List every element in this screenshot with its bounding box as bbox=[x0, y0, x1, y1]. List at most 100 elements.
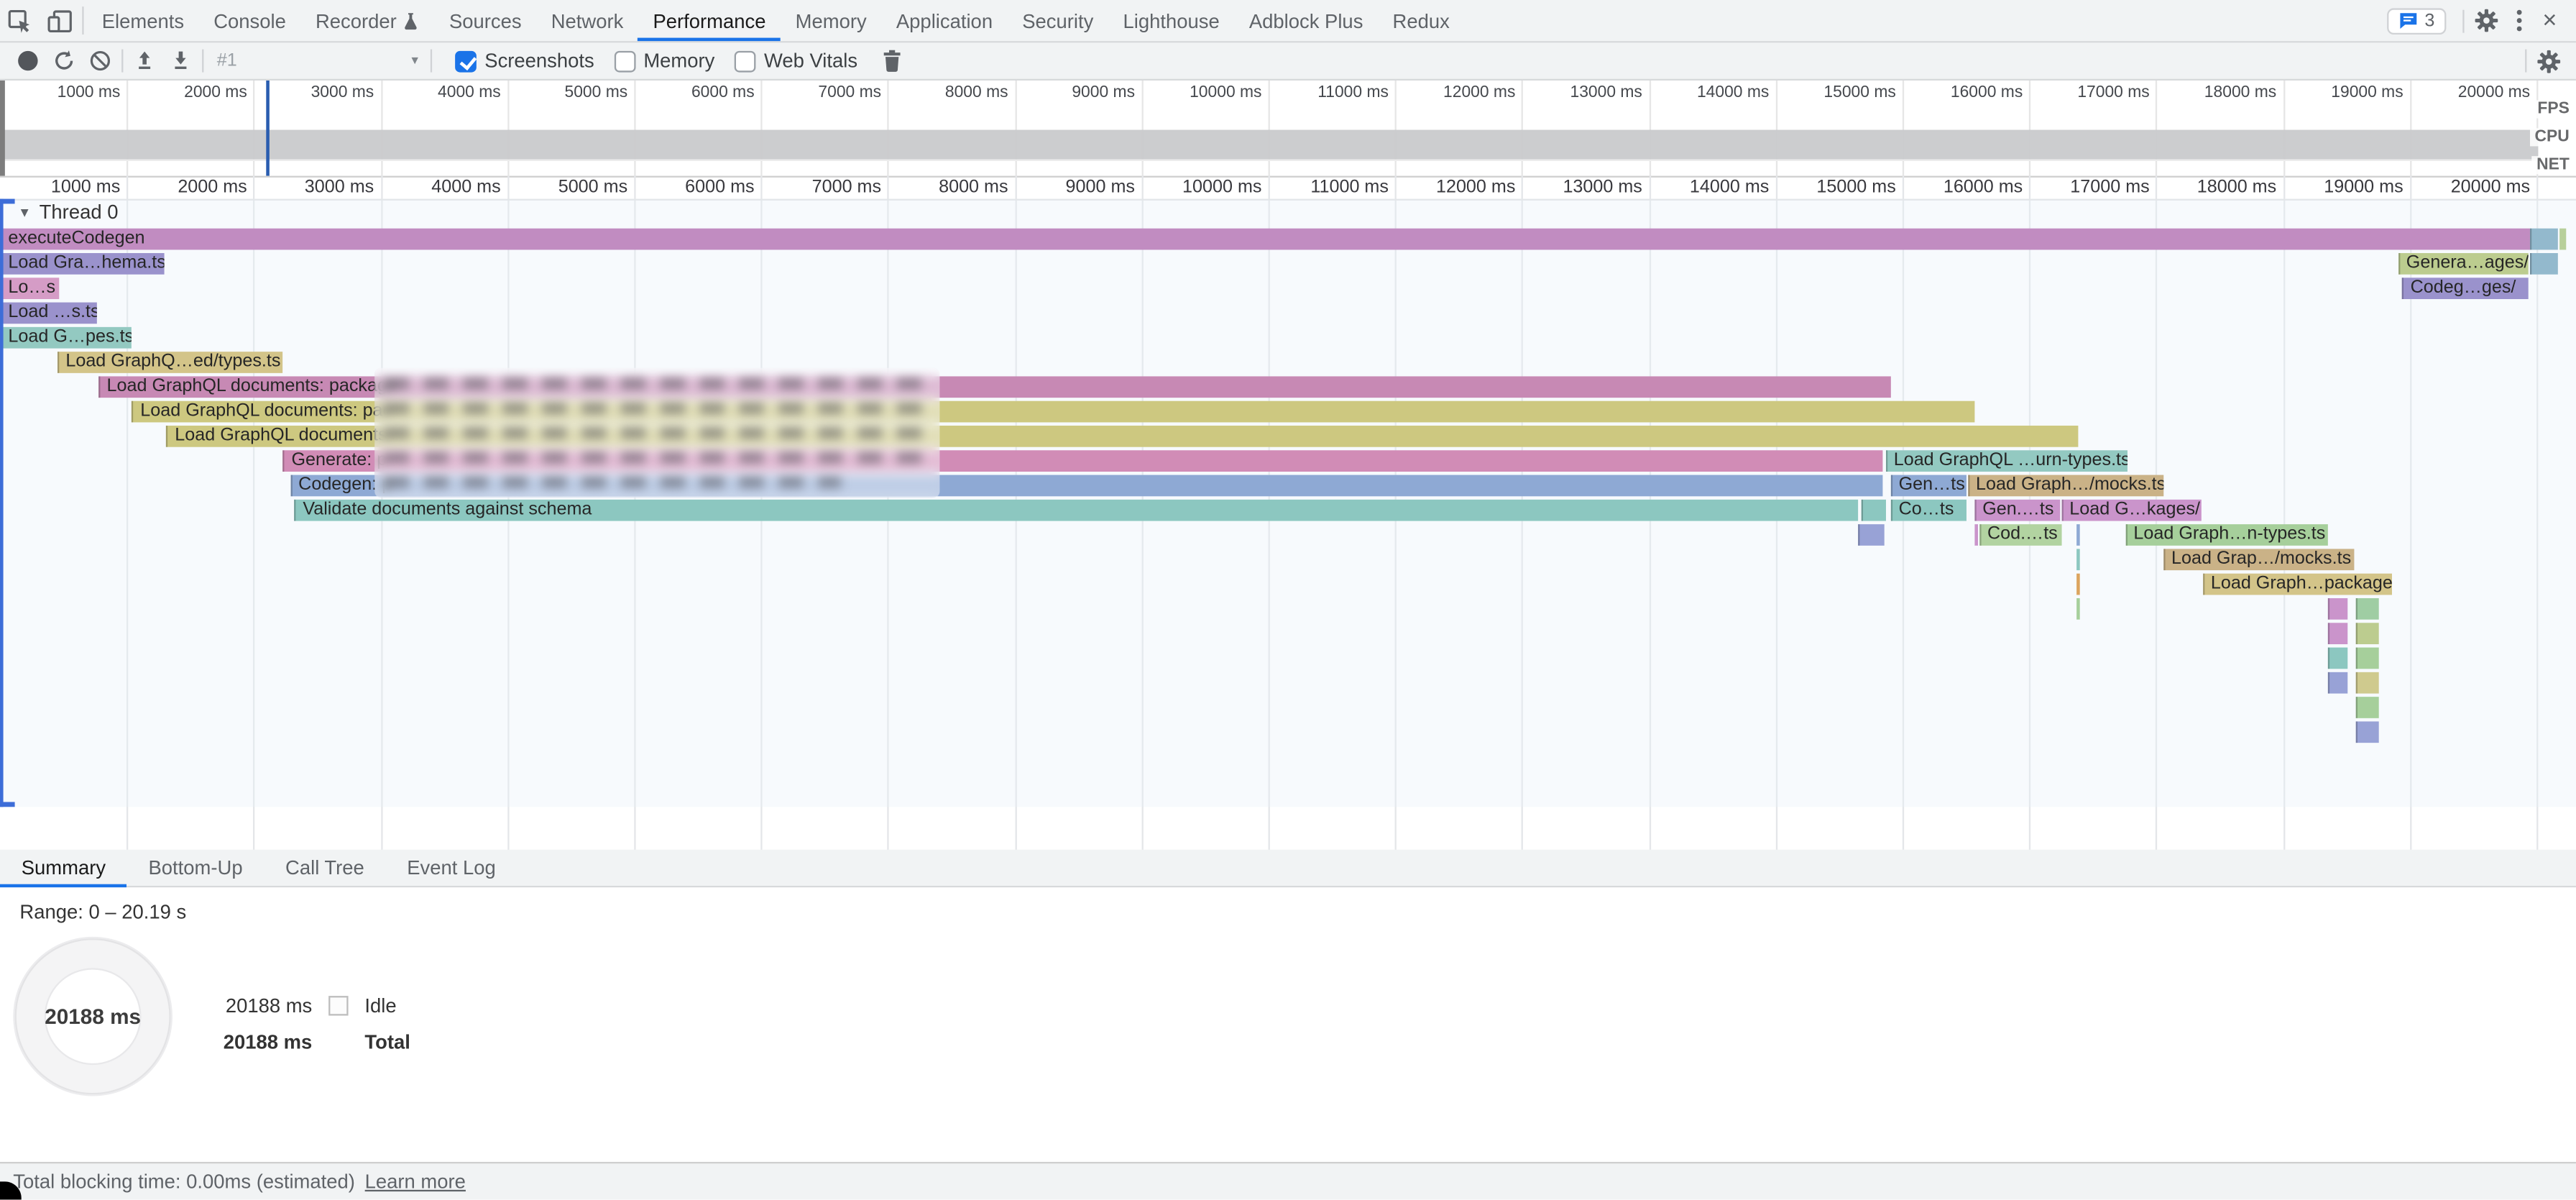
flame-bar[interactable] bbox=[2355, 623, 2379, 644]
flame-bar-load-gra-hema-ts[interactable]: Load Gra…hema.ts bbox=[0, 253, 164, 275]
flame-bar[interactable] bbox=[2327, 598, 2347, 620]
flame-bar[interactable] bbox=[2327, 623, 2347, 644]
tab-application[interactable]: Application bbox=[881, 0, 1007, 41]
performance-toolbar: #1 ▼ Screenshots Memory Web Vitals bbox=[0, 42, 2576, 81]
tab-performance[interactable]: Performance bbox=[638, 0, 781, 41]
device-toolbar-button[interactable] bbox=[40, 0, 79, 41]
tab-label: Performance bbox=[653, 9, 765, 32]
thread-header[interactable]: ▼ Thread 0 bbox=[0, 199, 118, 226]
flame-bar[interactable] bbox=[1857, 524, 1883, 546]
load-profile-button[interactable] bbox=[126, 42, 162, 78]
save-profile-button[interactable] bbox=[162, 42, 198, 78]
overview-row-label-net: NET bbox=[2531, 156, 2574, 174]
flame-bar-gen-ts[interactable]: Gen.…ts bbox=[1974, 500, 2060, 521]
tab-label: Elements bbox=[102, 9, 184, 32]
flame-tick-label: 6000 ms bbox=[685, 178, 761, 197]
flame-bar[interactable] bbox=[2076, 524, 2081, 546]
tab-elements[interactable]: Elements bbox=[87, 0, 198, 41]
checkbox-checked-icon[interactable] bbox=[455, 50, 477, 72]
overview-tick-label: 7000 ms bbox=[818, 84, 888, 102]
issues-count: 3 bbox=[2424, 11, 2434, 30]
flame-bar[interactable] bbox=[2355, 721, 2379, 743]
tab-network[interactable]: Network bbox=[536, 0, 638, 41]
flame-bar[interactable] bbox=[2355, 648, 2379, 669]
flame-bar-load-graph-packages[interactable]: Load Graph…packages/ bbox=[2202, 574, 2391, 595]
flame-bar-cod-ts[interactable]: Cod.…ts bbox=[1979, 524, 2061, 546]
flame-bar[interactable] bbox=[2355, 598, 2379, 620]
legend-label: Total bbox=[364, 1030, 410, 1053]
flame-bar-load-s-ts[interactable]: Load …s.ts bbox=[0, 303, 97, 324]
tab-sources[interactable]: Sources bbox=[434, 0, 536, 41]
flame-bar[interactable] bbox=[2076, 574, 2081, 595]
settings-button[interactable] bbox=[2467, 8, 2503, 32]
checkbox-web-vitals[interactable]: Web Vitals bbox=[735, 50, 857, 73]
overview-tick-label: 5000 ms bbox=[564, 84, 634, 102]
overview-left-handle[interactable] bbox=[0, 81, 5, 176]
panel-tab-summary[interactable]: Summary bbox=[0, 850, 127, 886]
flame-bar-codeg-ges[interactable]: Codeg…ges/ bbox=[2402, 278, 2529, 299]
checkbox-screenshots[interactable]: Screenshots bbox=[455, 50, 594, 73]
clear-button[interactable] bbox=[82, 42, 118, 78]
flame-bar[interactable] bbox=[2327, 672, 2347, 694]
flame-bar[interactable] bbox=[2327, 648, 2347, 669]
tab-console[interactable]: Console bbox=[199, 0, 301, 41]
flame-bar[interactable] bbox=[1861, 500, 1885, 521]
tab-redux[interactable]: Redux bbox=[1378, 0, 1464, 41]
flame-bar-lo-s[interactable]: Lo…s bbox=[0, 278, 59, 299]
tab-security[interactable]: Security bbox=[1008, 0, 1108, 41]
capture-settings-button[interactable] bbox=[2530, 48, 2566, 73]
flame-bar[interactable] bbox=[2355, 697, 2379, 718]
device-toolbar-icon bbox=[45, 7, 73, 34]
reload-and-record-button[interactable] bbox=[46, 42, 82, 78]
toolbar-divider-2 bbox=[202, 50, 203, 73]
more-options-button[interactable] bbox=[2503, 10, 2533, 32]
flame-bar-executecodegen[interactable]: executeCodegen bbox=[0, 229, 2530, 250]
flame-tick-label: 14000 ms bbox=[1690, 178, 1776, 197]
reload-icon bbox=[52, 50, 75, 73]
close-devtools-button[interactable]: × bbox=[2534, 8, 2567, 32]
flame-bar[interactable] bbox=[2530, 229, 2559, 250]
flame-tick-label: 3000 ms bbox=[305, 178, 381, 197]
overview-cursor-line[interactable] bbox=[267, 81, 270, 176]
flame-bar[interactable] bbox=[2076, 549, 2081, 570]
panel-tabs-strip: Elements ConsoleRecorderSourcesNetwork Per… bbox=[87, 0, 1464, 41]
flame-bar-load-grap-mocks-ts[interactable]: Load Grap…/mocks.ts bbox=[2163, 549, 2354, 570]
download-icon bbox=[169, 50, 192, 73]
flame-bar-co-ts[interactable]: Co…ts bbox=[1890, 500, 1966, 521]
delete-recording-button[interactable] bbox=[874, 42, 910, 78]
profile-history-select[interactable]: #1 ▼ bbox=[207, 51, 427, 70]
flame-bar-load-graph-mocks-ts[interactable]: Load Graph…/mocks.ts bbox=[1968, 475, 2163, 497]
inspect-element-button[interactable] bbox=[0, 0, 40, 41]
flame-bar-load-graphq-ed-types-ts[interactable]: Load GraphQ…ed/types.ts bbox=[58, 352, 282, 373]
flame-tick-label: 18000 ms bbox=[2197, 178, 2283, 197]
checkbox-unchecked-icon[interactable] bbox=[735, 50, 756, 72]
record-button[interactable] bbox=[10, 42, 46, 78]
tab-recorder[interactable]: Recorder bbox=[300, 0, 434, 41]
issues-badge[interactable]: 3 bbox=[2387, 7, 2447, 34]
overview-tick-label: 11000 ms bbox=[1317, 84, 1395, 102]
flame-bar[interactable] bbox=[2355, 672, 2379, 694]
flame-bar-load-graphql-documents-package[interactable]: Load GraphQL documents: package bbox=[98, 376, 1890, 398]
tab-adblock-plus[interactable]: Adblock Plus bbox=[1234, 0, 1378, 41]
flame-bar-validate-documents-against-schema[interactable]: Validate documents against schema bbox=[295, 500, 1858, 521]
flame-bar[interactable] bbox=[2559, 229, 2566, 250]
flame-bar[interactable] bbox=[1974, 524, 1979, 546]
flame-bar-load-g-kages[interactable]: Load G…kages/ bbox=[2061, 500, 2201, 521]
tab-lighthouse[interactable]: Lighthouse bbox=[1108, 0, 1234, 41]
flame-bar-gen-ts[interactable]: Gen…ts bbox=[1890, 475, 1966, 497]
flame-bar-load-graph-n-types-ts[interactable]: Load Graph…n-types.ts bbox=[2125, 524, 2327, 546]
panel-tab-event-log[interactable]: Event Log bbox=[386, 850, 518, 886]
learn-more-link[interactable]: Learn more bbox=[365, 1170, 466, 1193]
flame-bar[interactable] bbox=[2076, 598, 2081, 620]
flame-bar-load-g-pes-ts[interactable]: Load G…pes.ts bbox=[0, 327, 132, 349]
flame-bar-load-graphql-urn-types-ts[interactable]: Load GraphQL …urn-types.ts bbox=[1885, 450, 2127, 472]
flame-chart[interactable]: ▼ Thread 0 executeCodegen Load Gra…hema.t… bbox=[0, 199, 2576, 853]
tab-memory[interactable]: Memory bbox=[781, 0, 881, 41]
checkbox-memory[interactable]: Memory bbox=[614, 50, 714, 73]
timeline-overview[interactable]: 1000 ms2000 ms3000 ms4000 ms5000 ms6000 … bbox=[0, 81, 2576, 178]
checkbox-unchecked-icon[interactable] bbox=[614, 50, 635, 72]
flame-bar[interactable] bbox=[2530, 253, 2559, 275]
flame-bar-genera-ages[interactable]: Genera…ages/ bbox=[2398, 253, 2529, 275]
panel-tab-call-tree[interactable]: Call Tree bbox=[264, 850, 385, 886]
panel-tab-bottom-up[interactable]: Bottom-Up bbox=[127, 850, 264, 886]
